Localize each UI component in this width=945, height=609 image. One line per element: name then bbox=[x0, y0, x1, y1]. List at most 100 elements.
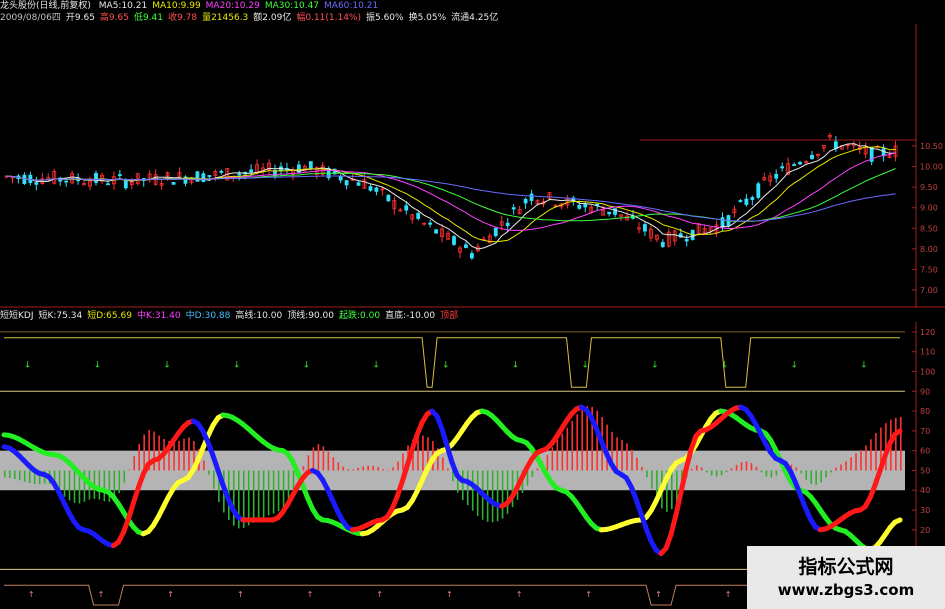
histogram-bar bbox=[496, 470, 499, 522]
histogram-bar bbox=[690, 468, 693, 471]
candle-body bbox=[720, 217, 725, 228]
candle-body bbox=[368, 186, 373, 191]
histogram-bar bbox=[626, 443, 628, 471]
histogram-bar bbox=[820, 470, 822, 483]
candle-body bbox=[810, 154, 814, 160]
histogram-bar bbox=[252, 470, 255, 523]
candle-body bbox=[774, 173, 779, 179]
histogram-bar bbox=[795, 467, 798, 471]
histogram-bar bbox=[362, 466, 364, 471]
sell-arrow-icon: ↓ bbox=[790, 361, 798, 371]
ma-line-10 bbox=[6, 146, 896, 243]
histogram-bar bbox=[461, 470, 464, 501]
candle-body bbox=[374, 187, 379, 192]
candle-body bbox=[511, 207, 516, 210]
histogram-bar bbox=[720, 470, 723, 476]
ma-line-30 bbox=[6, 168, 896, 222]
histogram-bar bbox=[566, 427, 569, 471]
histogram-bar bbox=[277, 470, 280, 512]
candle-body bbox=[756, 183, 761, 198]
histogram-bar bbox=[755, 466, 758, 471]
indicator-tick-label: 80 bbox=[920, 407, 930, 416]
buy-arrow-icon: ↑ bbox=[98, 590, 105, 599]
candle-body bbox=[117, 174, 122, 177]
histogram-bar bbox=[123, 470, 126, 483]
candle-body bbox=[64, 180, 69, 183]
histogram-bar bbox=[322, 446, 325, 471]
histogram-bar bbox=[8, 470, 11, 478]
histogram-bar bbox=[641, 466, 643, 471]
quote-info-bar: 2009/08/06四 开9.65 高9.65 低9.41 收9.78 量21456.3 额… bbox=[0, 12, 503, 24]
candle-body bbox=[529, 193, 534, 201]
candle-body bbox=[249, 169, 254, 173]
indicator-tick-label: 40 bbox=[920, 486, 930, 495]
price-tick-label: 8.50 bbox=[920, 224, 938, 233]
indicator-tick-label: 100 bbox=[920, 367, 935, 376]
histogram-bar bbox=[422, 435, 424, 471]
histogram-bar bbox=[143, 434, 145, 471]
candle-body bbox=[469, 253, 474, 259]
histogram-bar bbox=[780, 470, 783, 471]
candle-body bbox=[750, 197, 755, 200]
candle-body bbox=[404, 205, 409, 211]
histogram-bar bbox=[551, 447, 554, 471]
histogram-bar bbox=[307, 455, 310, 471]
price-tick-label: 7.00 bbox=[920, 286, 938, 295]
histogram-bar bbox=[571, 420, 574, 471]
histogram-bar bbox=[103, 470, 106, 502]
candle-body bbox=[577, 204, 582, 209]
candles bbox=[4, 132, 898, 260]
histogram-bar bbox=[387, 470, 389, 471]
histogram-bar bbox=[705, 470, 708, 473]
indicator-tick-label: 120 bbox=[920, 328, 935, 337]
candle-body bbox=[386, 194, 391, 202]
histogram-bar bbox=[745, 461, 748, 471]
histogram-bar bbox=[870, 439, 872, 471]
histogram-bar bbox=[138, 443, 140, 471]
candle-body bbox=[738, 200, 743, 202]
histogram-bar bbox=[561, 433, 564, 471]
candle-body bbox=[106, 183, 110, 186]
buy-arrow-icon: ↑ bbox=[307, 590, 314, 599]
histogram-bar bbox=[710, 470, 713, 476]
buy-arrow-icon: ↑ bbox=[725, 590, 732, 599]
histogram-bar bbox=[531, 470, 534, 477]
candle-body bbox=[428, 222, 433, 225]
sell-arrow-icon: ↓ bbox=[442, 361, 450, 371]
histogram-bar bbox=[372, 465, 374, 471]
histogram-bar bbox=[835, 467, 837, 471]
histogram-bar bbox=[108, 470, 111, 502]
price-chart[interactable]: 10.50 10.00 9.50 9.00 8.50 8.00 7.50 7.00 bbox=[0, 24, 945, 308]
histogram-bar bbox=[491, 470, 494, 523]
histogram-bar bbox=[596, 410, 598, 471]
histogram-bar bbox=[153, 431, 155, 471]
histogram-bar bbox=[895, 417, 897, 471]
histogram-bar bbox=[377, 467, 379, 471]
histogram-bar bbox=[347, 469, 350, 471]
indicator-label-8: 直底:-10.00 bbox=[385, 311, 436, 321]
histogram-bar bbox=[98, 470, 101, 500]
quote-field-6: 额2.09亿 bbox=[253, 13, 292, 23]
candle-body bbox=[464, 244, 468, 249]
indicator-tick-label: 70 bbox=[920, 427, 930, 436]
histogram-bar bbox=[840, 464, 842, 471]
histogram-bar bbox=[282, 470, 285, 508]
histogram-bar bbox=[725, 470, 728, 473]
histogram-bar bbox=[317, 444, 320, 471]
buy-arrow-icon: ↑ bbox=[655, 590, 662, 599]
ma-label-4: MA60:10.21 bbox=[324, 1, 379, 11]
quote-field-7: 幅0.11(1.14%) bbox=[296, 13, 361, 23]
candle-body bbox=[792, 164, 796, 166]
ma-line-5 bbox=[6, 143, 896, 250]
indicator-label-4: 中D:30.88 bbox=[185, 311, 231, 321]
histogram-bar bbox=[750, 463, 753, 471]
candle-body bbox=[171, 182, 176, 185]
histogram-bar bbox=[501, 470, 504, 519]
histogram-bar bbox=[805, 470, 808, 481]
histogram-bar bbox=[28, 470, 31, 484]
histogram-bar bbox=[68, 470, 71, 501]
stock-title: 龙头股份(日线,前复权) bbox=[0, 1, 91, 11]
histogram-bar bbox=[442, 457, 444, 471]
histogram-bar bbox=[4, 470, 6, 478]
price-tick-label: 10.50 bbox=[920, 142, 943, 151]
